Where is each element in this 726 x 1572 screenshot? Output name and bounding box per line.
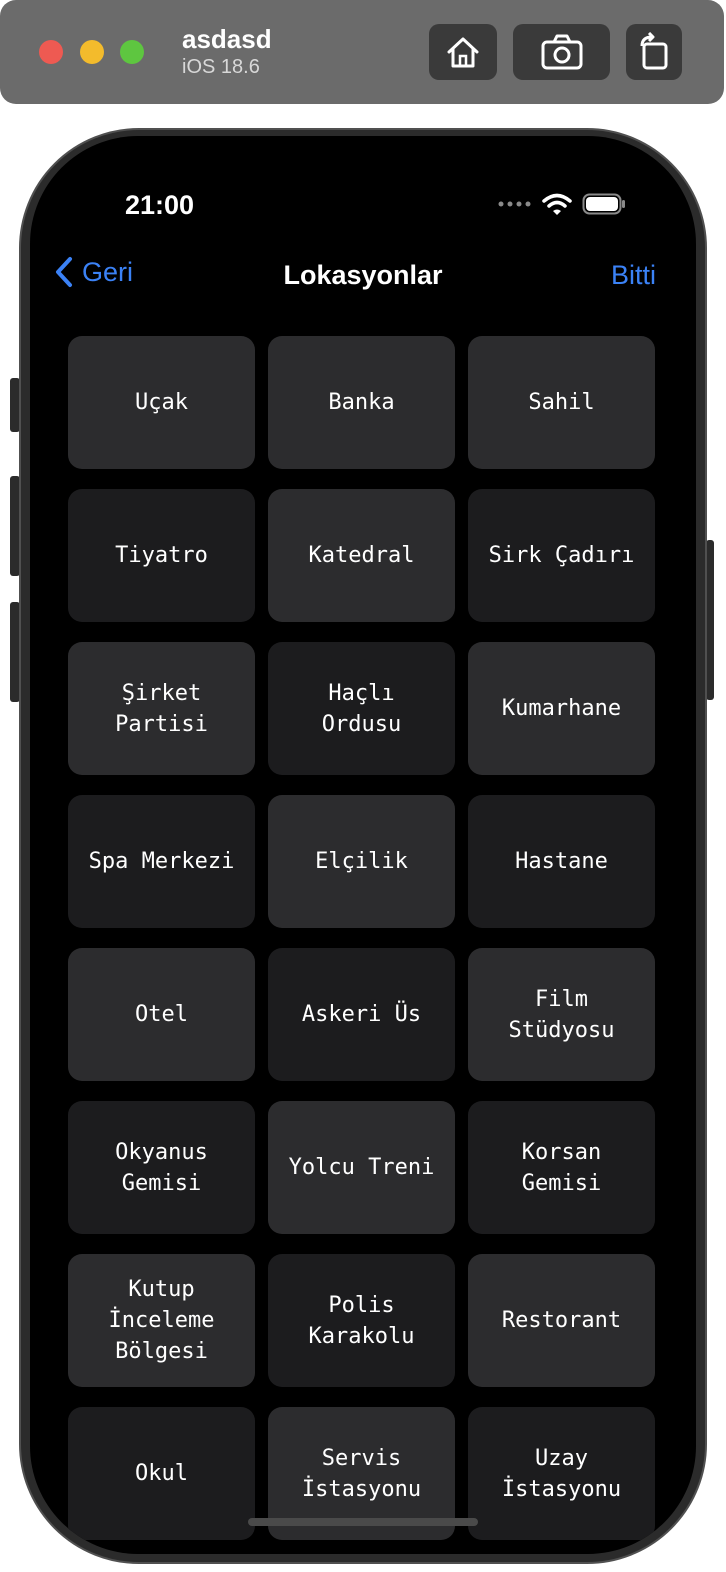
location-tile[interactable]: Askeri Üs	[268, 948, 455, 1081]
simulator-toolbar: asdasd iOS 18.6	[0, 0, 724, 104]
rotate-icon	[640, 32, 668, 70]
phone-screen: 21:00 Geri Lokasyonlar Bitti Uçak Banka …	[30, 136, 696, 1554]
home-button[interactable]	[429, 24, 497, 80]
location-tile[interactable]: Şirket Partisi	[68, 642, 255, 775]
minimize-window-button[interactable]	[80, 40, 104, 64]
status-icons	[498, 192, 626, 216]
done-button[interactable]: Bitti	[611, 260, 656, 291]
location-tile[interactable]: Okul	[68, 1407, 255, 1540]
location-tile[interactable]: Haçlı Ordusu	[268, 642, 455, 775]
location-tile[interactable]: Film Stüdyosu	[468, 948, 655, 1081]
location-tile[interactable]: Uçak	[68, 336, 255, 469]
power-button	[706, 540, 714, 700]
location-tile[interactable]: Polis Karakolu	[268, 1254, 455, 1387]
page-title: Lokasyonlar	[283, 260, 443, 290]
screenshot-button[interactable]	[513, 24, 610, 80]
screenshot-icon	[541, 34, 582, 70]
location-tile[interactable]: Elçilik	[268, 795, 455, 928]
location-tile[interactable]: Sirk Çadırı	[468, 489, 655, 622]
location-tile[interactable]: Katedral	[268, 489, 455, 622]
location-tile[interactable]: Hastane	[468, 795, 655, 928]
location-tile[interactable]: Tiyatro	[68, 489, 255, 622]
battery-icon	[582, 193, 625, 215]
location-tile[interactable]: Kumarhane	[468, 642, 655, 775]
location-tile[interactable]: Banka	[268, 336, 455, 469]
location-tile[interactable]: Sahil	[468, 336, 655, 469]
zoom-window-button[interactable]	[120, 40, 144, 64]
rotate-button[interactable]	[626, 24, 682, 80]
device-name: asdasd	[182, 24, 272, 54]
os-version: iOS 18.6	[182, 56, 260, 78]
signal-dots-icon	[498, 201, 531, 207]
home-indicator[interactable]	[248, 1518, 478, 1526]
locations-grid: Uçak Banka Sahil Tiyatro Katedral Sirk Ç…	[68, 336, 656, 1540]
status-time: 21:00	[125, 190, 195, 220]
location-tile[interactable]: Uzay İstasyonu	[468, 1407, 655, 1540]
close-window-button[interactable]	[39, 40, 63, 64]
wifi-icon	[542, 193, 572, 215]
location-tile[interactable]: Korsan Gemisi	[468, 1101, 655, 1234]
location-tile[interactable]: Yolcu Treni	[268, 1101, 455, 1234]
home-icon	[447, 37, 479, 68]
location-tile[interactable]: Spa Merkezi	[68, 795, 255, 928]
location-tile[interactable]: Okyanus Gemisi	[68, 1101, 255, 1234]
location-tile[interactable]: Otel	[68, 948, 255, 1081]
location-tile[interactable]: Restorant	[468, 1254, 655, 1387]
location-tile[interactable]: Kutup İnceleme Bölgesi	[68, 1254, 255, 1387]
